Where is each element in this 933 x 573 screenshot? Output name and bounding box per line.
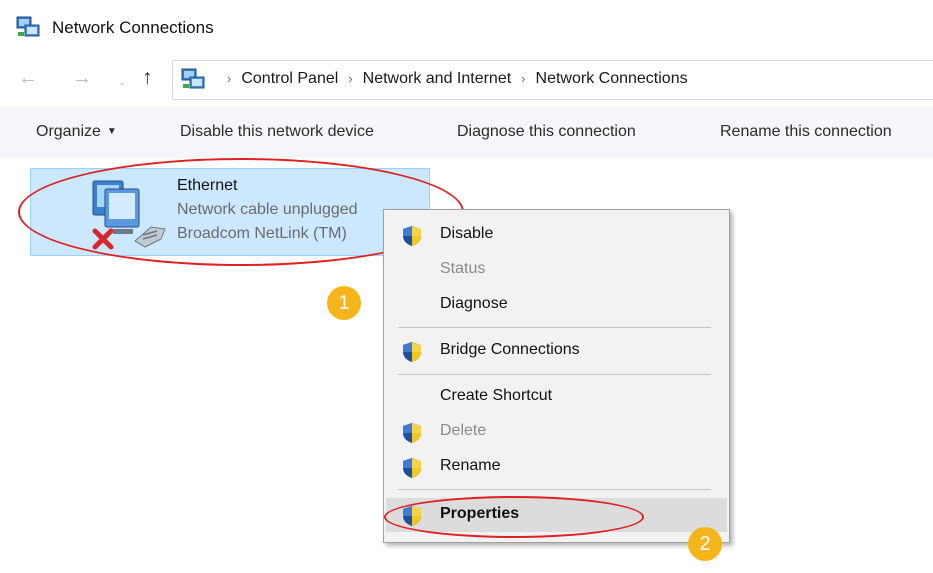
title-bar: Network Connections (0, 0, 933, 58)
step-1-badge: 1 (327, 286, 361, 320)
menu-separator (398, 327, 711, 328)
address-bar: ← → ⌄ ↑ › Control Panel › Network and Inter… (0, 58, 933, 102)
breadcrumb-separator-icon[interactable]: › (521, 71, 525, 86)
menu-item-bridge-connections[interactable]: Bridge Connections (386, 334, 727, 368)
menu-item-diagnose[interactable]: Diagnose (386, 288, 727, 322)
menu-label: Delete (440, 422, 487, 439)
menu-separator (398, 489, 711, 490)
up-arrow-icon[interactable]: ↑ (142, 66, 153, 90)
address-path-box[interactable]: › Control Panel › Network and Internet › Netw… (172, 60, 933, 100)
diagnose-connection-button[interactable]: Diagnose this connection (457, 123, 636, 141)
uac-shield-icon (403, 342, 421, 362)
menu-separator (398, 374, 711, 375)
breadcrumb-network-and-internet[interactable]: Network and Internet (363, 70, 512, 87)
menu-item-rename[interactable]: Rename (386, 450, 727, 484)
window-title: Network Connections (52, 18, 214, 37)
breadcrumb-separator-icon[interactable]: › (227, 71, 231, 86)
menu-label: Bridge Connections (440, 341, 580, 358)
step-2-badge: 2 (688, 527, 722, 561)
annotation-ellipse-properties (384, 496, 644, 538)
control-panel-icon (181, 68, 205, 89)
breadcrumb: › Control Panel › Network and Internet › Netw… (217, 70, 688, 88)
menu-item-disable[interactable]: Disable (386, 218, 727, 252)
command-toolbar: Organize ▼ Disable this network device Di… (0, 107, 933, 158)
menu-label: Rename (440, 457, 501, 474)
recent-locations-chevron-icon[interactable]: ⌄ (118, 71, 126, 95)
menu-label: Diagnose (440, 295, 508, 312)
organize-label: Organize (36, 123, 101, 140)
menu-label: Create Shortcut (440, 387, 553, 404)
menu-label: Status (440, 260, 486, 277)
menu-item-delete: Delete (386, 415, 727, 449)
menu-item-status: Status (386, 253, 727, 287)
menu-label: Disable (440, 225, 494, 242)
back-arrow-icon[interactable]: ← (18, 66, 38, 90)
uac-shield-icon (403, 423, 421, 443)
breadcrumb-network-connections[interactable]: Network Connections (536, 70, 688, 87)
caret-down-icon: ▼ (106, 126, 117, 137)
rename-connection-button[interactable]: Rename this connection (720, 123, 892, 141)
menu-item-create-shortcut[interactable]: Create Shortcut (386, 380, 727, 414)
breadcrumb-separator-icon[interactable]: › (348, 71, 352, 86)
breadcrumb-control-panel[interactable]: Control Panel (241, 70, 338, 87)
network-connections-icon (16, 16, 40, 37)
context-menu: Disable Status Diagnose Bridge Connectio… (383, 209, 730, 543)
disable-network-device-button[interactable]: Disable this network device (180, 123, 374, 141)
organize-button[interactable]: Organize ▼ (36, 123, 117, 141)
uac-shield-icon (403, 226, 421, 246)
forward-arrow-icon[interactable]: → (72, 66, 92, 90)
uac-shield-icon (403, 458, 421, 478)
